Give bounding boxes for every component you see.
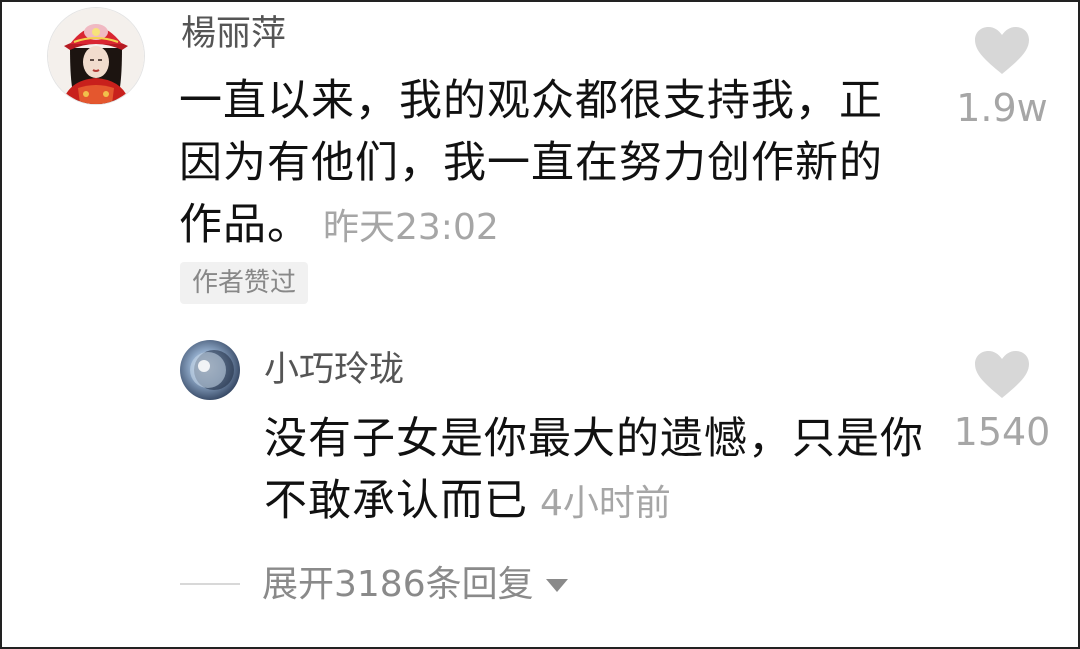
- divider: [180, 583, 240, 585]
- reply-text: 没有子女是你最大的遗憾，只是你不敢承认而已 4小时前: [264, 408, 954, 535]
- avatar[interactable]: [180, 340, 240, 400]
- like-count: 1540: [953, 410, 1051, 454]
- heart-icon: [975, 27, 1029, 74]
- caret-down-icon: [545, 578, 568, 592]
- reply-item: 小巧玲珑 没有子女是你最大的遗憾，只是你不敢承认而已 4小时前 1540: [0, 330, 1080, 526]
- heart-icon: [975, 351, 1029, 398]
- user-avatar-icon: [180, 340, 240, 400]
- avatar[interactable]: [48, 8, 144, 104]
- comment-item: 楊丽萍 一直以来，我的观众都很支持我，正因为有他们，我一直在努力创作新的作品。昨…: [0, 0, 1080, 320]
- user-avatar-icon: [48, 8, 144, 104]
- author-liked-badge: 作者赞过: [180, 262, 309, 304]
- username[interactable]: 小巧玲珑: [264, 348, 404, 392]
- like-count: 1.9w: [956, 86, 1048, 130]
- expand-replies-label: 展开3186条回复: [262, 564, 534, 605]
- reply-timestamp: 4小时前: [540, 483, 671, 524]
- like-button[interactable]: 1.9w: [952, 26, 1052, 130]
- expand-replies-button[interactable]: 展开3186条回复: [262, 562, 568, 608]
- comment-text: 一直以来，我的观众都很支持我，正因为有他们，我一直在努力创作新的作品。 昨天23:…: [179, 70, 924, 259]
- username[interactable]: 楊丽萍: [181, 12, 286, 56]
- like-button[interactable]: 1540: [952, 350, 1052, 454]
- comment-timestamp: 昨天23:02: [323, 207, 499, 248]
- comment-body: 一直以来，我的观众都很支持我，正因为有他们，我一直在努力创作新的作品。: [179, 76, 883, 250]
